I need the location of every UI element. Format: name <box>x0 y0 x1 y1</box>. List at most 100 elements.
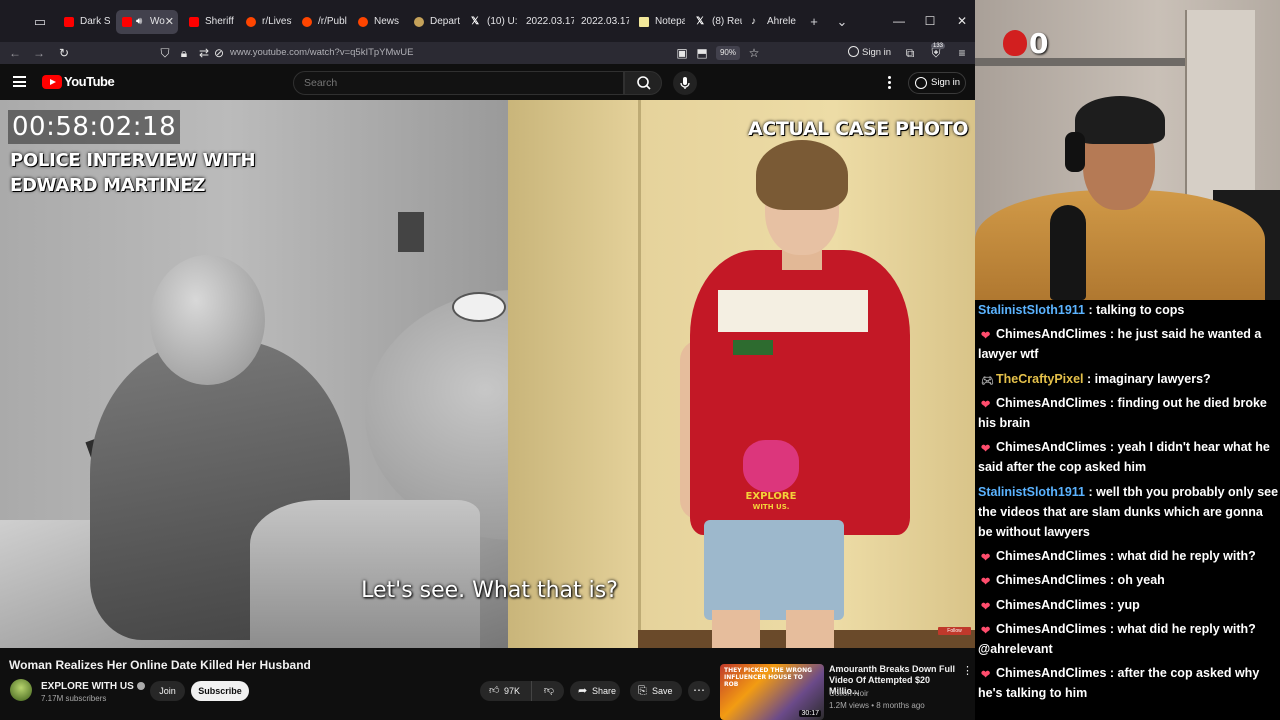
heart-icon: ❤ <box>981 330 991 343</box>
heart-icon: ❤ <box>981 600 991 613</box>
share-label: Share <box>592 686 617 696</box>
youtube-logo-text[interactable]: YouTube <box>64 74 115 89</box>
dislike-button[interactable]: 👎︎ <box>536 681 562 701</box>
settings-kebab-icon[interactable] <box>888 76 892 89</box>
forward-icon[interactable]: → <box>31 45 47 61</box>
address-bar[interactable]: www.youtube.com/watch?v=q5kITpYMwUE <box>230 46 413 60</box>
navigation-bar: ← → ↻ ⛉ 🔒︎ ⇄ ⊘ www.youtube.com/watch?v=q… <box>0 42 975 64</box>
browser-tab[interactable]: News <box>352 10 402 34</box>
chat-username[interactable]: ChimesAndClimes <box>996 549 1106 563</box>
voice-search-button[interactable] <box>673 71 697 95</box>
youtube-sign-in-button[interactable]: Sign in <box>908 72 966 94</box>
shield-icon[interactable]: ⛉ <box>157 45 173 61</box>
reddit-icon <box>302 17 312 27</box>
browser-tab[interactable]: Depart <box>408 10 460 34</box>
man-hair <box>756 140 848 210</box>
browser-sign-in-button[interactable]: Sign in <box>848 45 891 61</box>
recommended-channel[interactable]: Colion Noir <box>829 689 869 698</box>
chat-message: ❤ ChimesAndClimes : yup <box>978 595 1280 615</box>
chat-username[interactable]: ChimesAndClimes <box>996 440 1106 454</box>
browser-tab[interactable]: Dark Sy <box>58 10 110 34</box>
reddit-icon <box>358 17 368 27</box>
heart-icon: ❤ <box>981 398 991 411</box>
chat-username[interactable]: TheCraftyPixel <box>996 372 1084 386</box>
tab-overview-icon[interactable]: ▭ <box>31 13 49 31</box>
man-shorts <box>704 520 844 620</box>
chat-username[interactable]: ChimesAndClimes <box>996 327 1106 341</box>
chat-message: ❤ ChimesAndClimes : oh yeah <box>978 570 1280 590</box>
picture-in-picture-icon[interactable]: ▣ <box>674 45 690 61</box>
chat-text: : imaginary lawyers? <box>1083 371 1211 386</box>
wall-edge <box>638 100 641 648</box>
bookmark-star-icon[interactable]: ☆ <box>746 45 762 61</box>
extensions-icon[interactable]: ⧉ <box>902 45 918 61</box>
chat-username[interactable]: StalinistSloth1911 <box>978 303 1085 317</box>
chat-text: : talking to cops <box>1084 303 1185 317</box>
browser-tab[interactable]: Sheriff <box>183 10 235 34</box>
follow-badge[interactable]: Follow <box>938 627 971 635</box>
browser-tab[interactable]: Notepa <box>633 10 685 34</box>
browser-tab-label: /r/Publ <box>318 16 347 27</box>
new-tab-icon[interactable]: + <box>805 13 823 31</box>
x-icon: 𝕏 <box>471 16 480 27</box>
menu-icon[interactable]: ≡ <box>954 45 970 61</box>
browser-sign-in-label: Sign in <box>862 47 892 58</box>
chat-username[interactable]: ChimesAndClimes <box>996 598 1106 612</box>
viewer-person-icon <box>1003 30 1027 56</box>
search-button[interactable] <box>624 71 662 95</box>
zoom-level[interactable]: 90% <box>716 46 740 60</box>
search-input[interactable] <box>293 71 624 95</box>
tab-list-chevron-icon[interactable]: ⌄ <box>833 13 851 31</box>
chat-username[interactable]: ChimesAndClimes <box>996 573 1106 587</box>
browser-tab[interactable]: 𝕏 (10) U: <box>465 10 517 34</box>
stream-chat: StalinistSloth1911 : talking to cops ❤ Chi… <box>975 300 1280 720</box>
browser-tab[interactable]: 2022.03.17 <box>575 10 629 34</box>
minimize-icon[interactable]: — <box>891 13 907 29</box>
browser-tab[interactable]: ♪ Ahrele <box>745 10 797 34</box>
autoplay-blocked-icon[interactable]: ⊘ <box>211 45 227 61</box>
more-actions-button[interactable]: ⋯ <box>688 681 710 701</box>
recommended-meta: 1.2M views • 8 months ago <box>829 701 925 710</box>
audio-playing-icon[interactable]: 🔊︎ <box>136 10 142 34</box>
guide-menu-icon[interactable] <box>13 76 26 87</box>
account-icon <box>848 46 859 57</box>
youtube-logo-icon[interactable] <box>42 75 62 89</box>
recommended-thumbnail[interactable]: THEY PICKED THE WRONG INFLUENCER HOUSE T… <box>720 664 824 720</box>
chat-username[interactable]: ChimesAndClimes <box>996 666 1106 680</box>
channel-avatar[interactable] <box>10 679 32 701</box>
join-button[interactable]: Join <box>150 681 185 701</box>
back-icon[interactable]: ← <box>7 45 23 61</box>
browser-window: ▭ Dark Sy🔊︎Wo✕Sheriffr/Livest/r/Publ News… <box>0 0 975 720</box>
recommended-menu-icon[interactable]: ⋮ <box>962 664 973 677</box>
browser-tab[interactable]: 𝕏 (8) Reu <box>690 10 742 34</box>
browser-tab[interactable]: r/Livest <box>240 10 292 34</box>
channel-watermark-icon <box>743 440 799 492</box>
browser-tab[interactable]: /r/Publ <box>296 10 348 34</box>
maximize-icon[interactable]: ☐ <box>922 13 938 29</box>
video-player[interactable]: 00:58:02:18 POLICE INTERVIEW WITH EDWARD… <box>0 100 975 648</box>
browser-tab[interactable]: 2022.03.17 <box>520 10 574 34</box>
browser-tab[interactable]: 🔊︎ Wo ✕ <box>116 10 178 34</box>
screenshot-icon[interactable]: ⬒ <box>694 45 710 61</box>
heart-icon: ❤ <box>981 669 991 682</box>
permissions-icon[interactable]: ⇄ <box>196 45 212 61</box>
person-legs <box>250 500 480 648</box>
interview-caption-line1: POLICE INTERVIEW WITH <box>10 150 256 171</box>
like-button[interactable]: 👍︎ 97K <box>480 681 532 701</box>
thumbs-down-icon: 👎︎ <box>543 685 555 696</box>
x-icon: 𝕏 <box>696 16 705 27</box>
cup <box>452 292 506 322</box>
close-window-icon[interactable]: ✕ <box>954 13 970 29</box>
subscribe-button[interactable]: Subscribe <box>191 681 249 701</box>
heart-icon: ❤ <box>981 552 991 565</box>
chat-username[interactable]: ChimesAndClimes <box>996 622 1106 636</box>
recommended-video[interactable]: THEY PICKED THE WRONG INFLUENCER HOUSE T… <box>720 664 975 720</box>
channel-name-wrap[interactable]: EXPLORE WITH US <box>41 681 145 692</box>
save-button[interactable]: ⎘ Save <box>630 681 682 701</box>
reload-icon[interactable]: ↻ <box>56 45 72 61</box>
chat-username[interactable]: StalinistSloth1911 <box>978 485 1085 499</box>
share-button[interactable]: ➦ Share <box>570 681 620 701</box>
close-tab-icon[interactable]: ✕ <box>165 10 174 34</box>
chat-username[interactable]: ChimesAndClimes <box>996 396 1106 410</box>
lock-icon[interactable]: 🔒︎ <box>176 45 192 61</box>
